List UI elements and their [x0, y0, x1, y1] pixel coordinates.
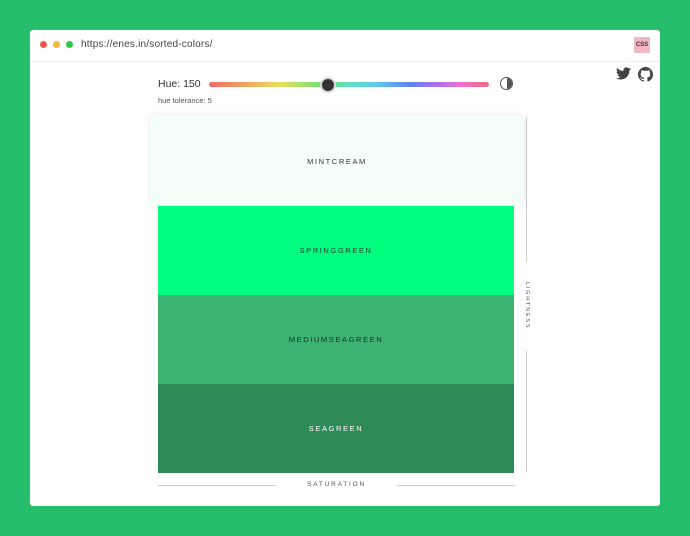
saturation-axis-line-left [158, 485, 276, 486]
browser-window: https://enes.in/sorted-colors/ CSS Hue: … [30, 30, 660, 506]
color-swatch-springgreen[interactable]: SPRINGGREEN [158, 206, 514, 295]
color-swatch-mediumseagreen[interactable]: MEDIUMSEAGREEN [158, 295, 514, 384]
color-swatch-seagreen[interactable]: SEAGREEN [158, 384, 514, 473]
close-window-button[interactable] [40, 41, 47, 48]
lightness-axis-label: LIGHTNESS [524, 282, 530, 330]
minimize-window-button[interactable] [53, 41, 60, 48]
github-icon[interactable] [638, 67, 653, 87]
hue-label: Hue: 150 [158, 78, 201, 90]
hue-tolerance-label: hue tolerance: 5 [158, 96, 212, 105]
hue-slider-thumb[interactable] [320, 77, 336, 93]
twitter-icon[interactable] [616, 67, 631, 85]
css-badge-icon[interactable]: CSS [634, 37, 650, 53]
color-swatch-mintcream[interactable]: MINTCREAM [150, 115, 524, 207]
lightness-axis-line-top [526, 117, 527, 262]
hue-slider-track[interactable] [209, 82, 489, 87]
browser-titlebar: https://enes.in/sorted-colors/ CSS [30, 30, 660, 62]
maximize-window-button[interactable] [66, 41, 73, 48]
lightness-axis-line-bottom [526, 351, 527, 472]
contrast-icon[interactable] [500, 77, 513, 90]
saturation-axis-label: SATURATION [307, 481, 366, 488]
saturation-axis-line-right [397, 485, 515, 486]
address-bar-url[interactable]: https://enes.in/sorted-colors/ [81, 39, 213, 50]
